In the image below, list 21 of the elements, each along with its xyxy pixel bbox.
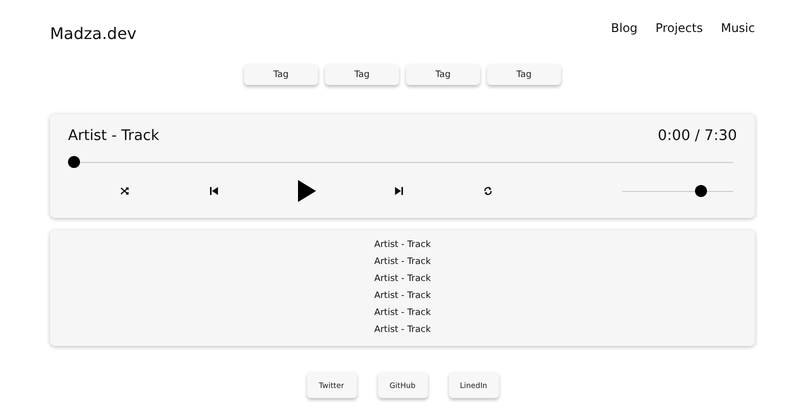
site-logo[interactable]: Madza.dev: [50, 24, 137, 43]
playlist-item[interactable]: Artist - Track: [374, 255, 431, 270]
tag-button[interactable]: Tag: [244, 64, 318, 85]
previous-icon[interactable]: [208, 186, 219, 196]
play-icon[interactable]: [298, 180, 316, 202]
shuffle-icon[interactable]: [120, 186, 130, 196]
next-icon[interactable]: [394, 186, 404, 196]
track-time: 0:00 / 7:30: [658, 128, 737, 144]
nav-link[interactable]: Blog: [611, 21, 638, 35]
playlist-item[interactable]: Artist - Track: [374, 323, 431, 338]
repeat-icon[interactable]: [483, 186, 494, 196]
tag-button[interactable]: Tag: [406, 64, 480, 85]
playlist-item[interactable]: Artist - Track: [374, 306, 431, 321]
nav-link[interactable]: Music: [720, 21, 755, 35]
nav-link[interactable]: Projects: [656, 21, 703, 35]
playlist-item[interactable]: Artist - Track: [374, 289, 431, 304]
track-title: Artist - Track: [68, 128, 160, 144]
tag-button[interactable]: Tag: [487, 64, 561, 85]
playlist-item[interactable]: Artist - Track: [374, 272, 431, 287]
tag-button[interactable]: Tag: [325, 64, 399, 85]
playlist-item[interactable]: Artist - Track: [374, 238, 431, 253]
